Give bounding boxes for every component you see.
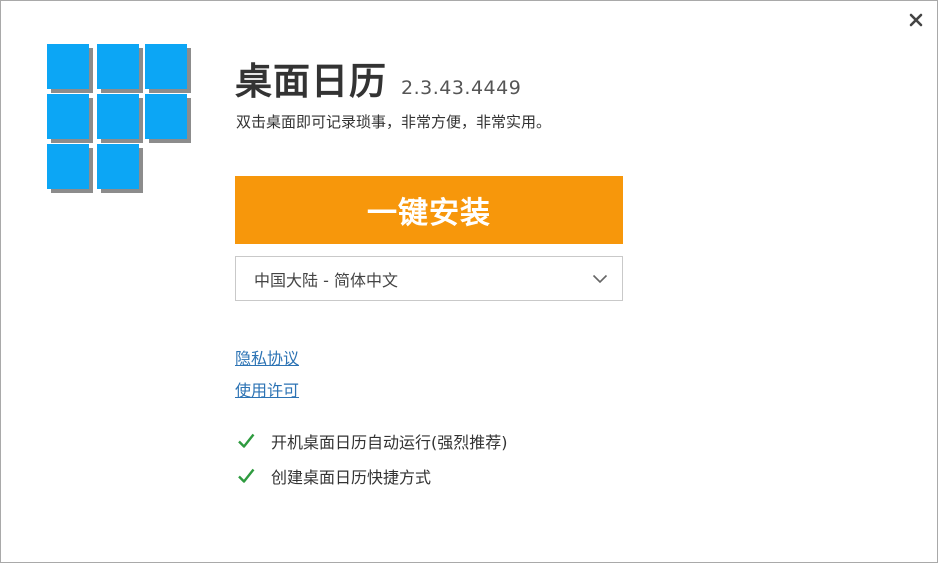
app-title: 桌面日历 [235, 60, 387, 103]
language-select[interactable]: 中国大陆 - 简体中文 [235, 256, 623, 301]
close-button[interactable] [905, 9, 927, 31]
privacy-agreement-link[interactable]: 隐私协议 [235, 345, 299, 369]
calendar-grid-logo-icon [47, 44, 191, 193]
close-icon [909, 13, 923, 27]
checkmark-icon[interactable] [237, 467, 255, 485]
installer-window: 桌面日历 2.3.43.4449 双击桌面即可记录琐事，非常方便，非常实用。 一… [0, 0, 938, 563]
app-version: 2.3.43.4449 [401, 77, 522, 99]
license-agreement-link[interactable]: 使用许可 [235, 377, 299, 401]
autostart-option[interactable]: 开机桌面日历自动运行(强烈推荐) [237, 429, 508, 453]
app-description: 双击桌面即可记录琐事，非常方便，非常实用。 [236, 113, 552, 131]
app-header: 桌面日历 2.3.43.4449 [235, 51, 521, 105]
checkmark-icon[interactable] [237, 432, 255, 450]
autostart-label: 开机桌面日历自动运行(强烈推荐) [271, 433, 508, 452]
chevron-down-icon [590, 269, 610, 289]
shortcut-option[interactable]: 创建桌面日历快捷方式 [237, 464, 431, 488]
shortcut-label: 创建桌面日历快捷方式 [271, 468, 432, 487]
language-selected-value: 中国大陆 - 简体中文 [254, 270, 398, 290]
install-button[interactable]: 一键安装 [235, 176, 623, 244]
